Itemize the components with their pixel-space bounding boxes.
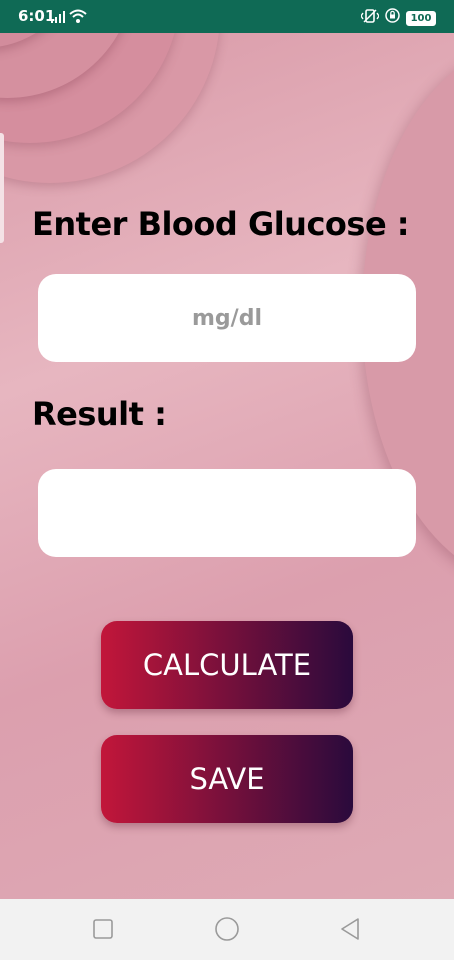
back-triangle-icon[interactable] bbox=[340, 918, 360, 945]
battery-icon: 100 bbox=[406, 10, 436, 26]
app-screen: Enter Blood Glucose : Result : CALCULATE… bbox=[0, 33, 454, 899]
edge-panel-handle[interactable] bbox=[0, 133, 4, 243]
vibrate-icon bbox=[360, 8, 380, 28]
navigation-bar bbox=[0, 899, 454, 960]
wifi-icon bbox=[69, 9, 87, 28]
glucose-label: Enter Blood Glucose : bbox=[32, 205, 410, 243]
glucose-input[interactable] bbox=[38, 274, 416, 362]
calculate-button[interactable]: CALCULATE bbox=[101, 621, 353, 709]
status-time: 6:01 bbox=[18, 7, 56, 25]
save-button[interactable]: SAVE bbox=[101, 735, 353, 823]
signal-icon bbox=[51, 10, 65, 28]
lock-rotation-icon bbox=[385, 8, 400, 28]
status-bar: 6:01 100 bbox=[0, 0, 454, 33]
result-field[interactable] bbox=[38, 469, 416, 557]
recents-square-icon[interactable] bbox=[93, 919, 113, 944]
result-label: Result : bbox=[32, 395, 167, 433]
home-circle-icon[interactable] bbox=[215, 917, 239, 946]
